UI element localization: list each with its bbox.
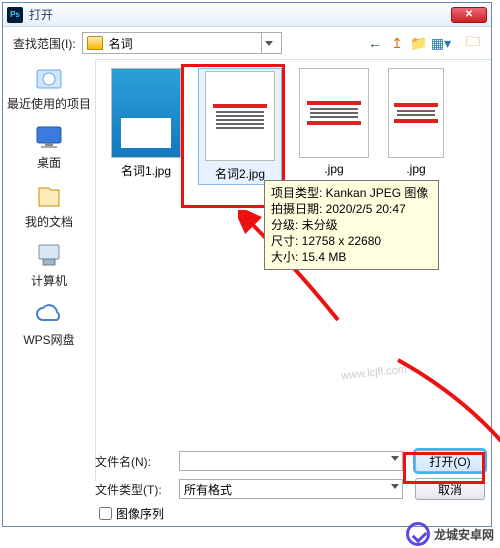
file-name: .jpg bbox=[324, 162, 343, 176]
look-in-dropdown[interactable]: 名词 bbox=[82, 32, 282, 54]
app-icon: Ps bbox=[7, 7, 23, 23]
image-sequence-checkbox[interactable] bbox=[99, 507, 112, 520]
look-in-label: 查找范围(I): bbox=[13, 35, 76, 52]
filename-combo[interactable] bbox=[179, 451, 403, 471]
recent-icon bbox=[32, 63, 66, 93]
toolbar: 查找范围(I): 名词 ← ↥ 📁 ▦▾ 🗀 bbox=[3, 27, 491, 59]
close-button[interactable]: ✕ bbox=[451, 7, 487, 23]
open-dialog: Ps 打开 ✕ 查找范围(I): 名词 ← ↥ 📁 ▦▾ 🗀 最近使用的项目 桌… bbox=[2, 2, 492, 527]
sidebar-item-label: 计算机 bbox=[31, 272, 67, 289]
thumbnail bbox=[111, 68, 181, 158]
sidebar-item-desktop[interactable]: 桌面 bbox=[3, 122, 95, 171]
sidebar-item-wps[interactable]: WPS网盘 bbox=[3, 299, 95, 348]
computer-icon bbox=[32, 240, 66, 270]
filetype-combo[interactable]: 所有格式 bbox=[179, 479, 403, 499]
window-title: 打开 bbox=[29, 6, 451, 23]
sidebar-item-computer[interactable]: 计算机 bbox=[3, 240, 95, 289]
sidebar-item-label: WPS网盘 bbox=[23, 331, 74, 348]
file-list-pane[interactable]: 名词1.jpg 名词2.jpg .jpg bbox=[95, 59, 491, 481]
places-sidebar: 最近使用的项目 桌面 我的文档 计算机 WPS网盘 bbox=[3, 59, 95, 481]
view-menu-icon[interactable]: ▦▾ bbox=[433, 35, 449, 51]
new-folder-icon[interactable]: 📁 bbox=[411, 35, 427, 51]
tooltip-line: 拍摄日期: 2020/2/5 20:47 bbox=[271, 201, 432, 217]
sidebar-item-label: 我的文档 bbox=[25, 213, 73, 230]
file-item-selected[interactable]: 名词2.jpg bbox=[198, 68, 282, 185]
thumbnail bbox=[205, 71, 275, 161]
sidebar-item-label: 最近使用的项目 bbox=[7, 95, 91, 112]
thumbnail bbox=[388, 68, 444, 158]
filetype-label: 文件类型(T): bbox=[95, 481, 167, 498]
cancel-button[interactable]: 取消 bbox=[415, 478, 485, 500]
title-bar: Ps 打开 ✕ bbox=[3, 3, 491, 27]
image-sequence-label: 图像序列 bbox=[116, 505, 164, 522]
back-icon[interactable]: ← bbox=[367, 35, 383, 51]
file-item[interactable]: .jpg bbox=[386, 68, 446, 176]
toolbar-icons: ← ↥ 📁 ▦▾ 🗀 bbox=[367, 35, 481, 51]
chevron-down-icon bbox=[261, 33, 277, 53]
tooltip-line: 分级: 未分级 bbox=[271, 217, 432, 233]
thumbnail bbox=[299, 68, 369, 158]
tooltip-line: 项目类型: Kankan JPEG 图像 bbox=[271, 185, 432, 201]
file-tooltip: 项目类型: Kankan JPEG 图像 拍摄日期: 2020/2/5 20:4… bbox=[264, 180, 439, 270]
image-sequence-row: 图像序列 bbox=[99, 505, 164, 522]
up-icon[interactable]: ↥ bbox=[389, 35, 405, 51]
documents-icon bbox=[32, 181, 66, 211]
bottom-panel: 文件名(N): 打开(O) 文件类型(T): 所有格式 取消 bbox=[95, 450, 485, 506]
open-button[interactable]: 打开(O) bbox=[415, 450, 485, 472]
filename-label: 文件名(N): bbox=[95, 453, 167, 470]
cloud-icon bbox=[32, 299, 66, 329]
sidebar-item-recent[interactable]: 最近使用的项目 bbox=[3, 63, 95, 112]
sidebar-item-label: 桌面 bbox=[37, 154, 61, 171]
watermark-text: 龙城安卓网 bbox=[434, 526, 494, 543]
file-name: 名词1.jpg bbox=[121, 162, 171, 179]
extra-icon[interactable]: 🗀 bbox=[465, 35, 481, 51]
file-name: 名词2.jpg bbox=[215, 165, 265, 182]
file-name: .jpg bbox=[406, 162, 425, 176]
sidebar-item-documents[interactable]: 我的文档 bbox=[3, 181, 95, 230]
desktop-icon bbox=[32, 122, 66, 152]
tooltip-line: 大小: 15.4 MB bbox=[271, 249, 432, 265]
tooltip-line: 尺寸: 12758 x 22680 bbox=[271, 233, 432, 249]
current-folder: 名词 bbox=[109, 35, 133, 52]
file-item[interactable]: 名词1.jpg bbox=[104, 68, 188, 179]
file-item[interactable]: .jpg bbox=[292, 68, 376, 176]
folder-icon bbox=[87, 36, 103, 50]
dialog-body: 最近使用的项目 桌面 我的文档 计算机 WPS网盘 名词1.jpg bbox=[3, 59, 491, 481]
